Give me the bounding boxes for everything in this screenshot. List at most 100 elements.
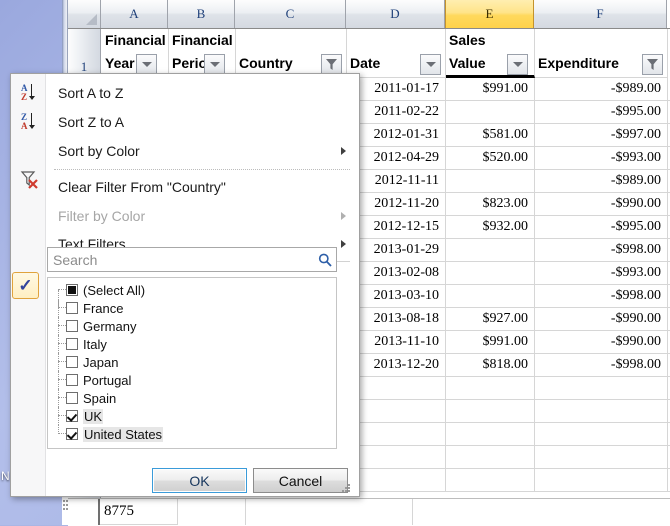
cell-expenditure[interactable]: -$989.00 (535, 78, 668, 101)
search-input[interactable] (48, 247, 314, 272)
search-icon[interactable] (314, 253, 336, 267)
cell-empty[interactable] (446, 469, 535, 492)
cell-sales-value[interactable]: $991.00 (446, 331, 535, 354)
column-header-a[interactable]: A (101, 0, 168, 28)
column-header-c[interactable]: C (235, 0, 346, 28)
cell-expenditure[interactable]: -$998.00 (535, 239, 668, 262)
filter-value-item[interactable]: France (48, 299, 336, 317)
cell-empty[interactable] (446, 400, 535, 423)
column-header-b[interactable]: B (168, 0, 235, 28)
cell-date[interactable]: 2013-02-08 (347, 262, 446, 285)
cell-expenditure[interactable]: -$990.00 (535, 308, 668, 331)
cell-expenditure[interactable]: -$998.00 (535, 285, 668, 308)
cell-sales-value[interactable] (446, 101, 535, 124)
cell-date[interactable]: 2013-12-20 (347, 354, 446, 377)
cell-sales-value[interactable] (446, 262, 535, 285)
cell-expenditure[interactable]: -$993.00 (535, 262, 668, 285)
filter-value-item[interactable]: Germany (48, 317, 336, 335)
panel-resize-grip[interactable] (342, 484, 352, 494)
filter-button-financial-year[interactable] (136, 54, 157, 75)
cell-date[interactable]: 2013-01-29 (347, 239, 446, 262)
filter-value-checkbox[interactable] (66, 338, 78, 350)
filter-value-checkbox[interactable] (66, 356, 78, 368)
cell-sales-value[interactable]: $823.00 (446, 193, 535, 216)
filter-value-checkbox[interactable] (66, 302, 78, 314)
filter-value-item[interactable]: (Select All) (48, 281, 336, 299)
cell-empty[interactable] (347, 446, 446, 469)
select-all-corner-button[interactable] (68, 0, 101, 28)
cancel-button[interactable]: Cancel (253, 468, 348, 493)
menu-item-sort-by-color[interactable]: Sort by Color (47, 137, 358, 165)
cell-date[interactable]: 2013-08-18 (347, 308, 446, 331)
cell-empty[interactable] (535, 400, 668, 423)
filter-value-item[interactable]: Portugal (48, 371, 336, 389)
filter-button-expenditure[interactable] (642, 54, 663, 75)
cell-empty[interactable] (446, 446, 535, 469)
filter-value-item[interactable]: Italy (48, 335, 336, 353)
cell-date[interactable]: 2011-02-22 (347, 101, 446, 124)
cell-empty[interactable] (347, 377, 446, 400)
filter-value-checkbox[interactable] (66, 392, 78, 404)
menu-item-sort-z-to-a[interactable]: Sort Z to A (47, 108, 358, 136)
cell-empty[interactable] (347, 469, 446, 492)
filter-value-checkbox[interactable] (66, 428, 78, 440)
cell-sales-value[interactable]: $932.00 (446, 216, 535, 239)
cell-date[interactable]: 2012-11-11 (347, 170, 446, 193)
filter-value-item[interactable]: Spain (48, 389, 336, 407)
cell-expenditure[interactable]: -$990.00 (535, 331, 668, 354)
cell-sales-value[interactable]: $818.00 (446, 354, 535, 377)
filter-button-country[interactable] (321, 54, 342, 75)
cell-sales-value[interactable] (446, 239, 535, 262)
menu-item-sort-a-to-z[interactable]: Sort A to Z (47, 79, 358, 107)
cell-expenditure[interactable]: -$989.00 (535, 170, 668, 193)
cell-date[interactable]: 2012-12-15 (347, 216, 446, 239)
cell-date[interactable]: 2012-11-20 (347, 193, 446, 216)
cell-date[interactable]: 2013-03-10 (347, 285, 446, 308)
cell-empty[interactable] (347, 400, 446, 423)
filter-value-checkbox[interactable] (66, 320, 78, 332)
grid-resize-grip[interactable] (63, 500, 69, 512)
cell-expenditure[interactable]: -$998.00 (535, 354, 668, 377)
bottom-cell-value[interactable]: 8775 (100, 499, 178, 525)
cell-date[interactable]: 2012-01-31 (347, 124, 446, 147)
filter-value-item[interactable]: Japan (48, 353, 336, 371)
cell-empty[interactable] (347, 423, 446, 446)
cell-sales-value[interactable]: $520.00 (446, 147, 535, 170)
cell-empty[interactable] (535, 423, 668, 446)
filter-value-checkbox[interactable] (66, 284, 78, 296)
search-box[interactable] (47, 247, 337, 272)
cell-expenditure[interactable]: -$995.00 (535, 101, 668, 124)
cell-empty[interactable] (535, 446, 668, 469)
cell-sales-value[interactable] (446, 170, 535, 193)
cell-date[interactable]: 2012-04-29 (347, 147, 446, 170)
cell-expenditure[interactable]: -$993.00 (535, 147, 668, 170)
cell-empty[interactable] (446, 423, 535, 446)
filter-value-item[interactable]: UK (48, 407, 336, 425)
cell-sales-value[interactable] (446, 285, 535, 308)
filter-value-checkbox[interactable] (66, 410, 78, 422)
filter-button-date[interactable] (420, 54, 441, 75)
column-header-d[interactable]: D (346, 0, 445, 28)
menu-item-clear-filter[interactable]: Clear Filter From "Country" (47, 173, 358, 201)
cell-expenditure[interactable]: -$995.00 (535, 216, 668, 239)
cell-expenditure[interactable]: -$997.00 (535, 124, 668, 147)
column-header-f[interactable]: F (534, 0, 667, 28)
cell-date[interactable]: 2013-11-10 (347, 331, 446, 354)
cell-empty[interactable] (446, 377, 535, 400)
ok-button[interactable]: OK (152, 468, 247, 493)
filter-button-sales-value[interactable] (507, 54, 528, 75)
cell-sales-value[interactable]: $581.00 (446, 124, 535, 147)
filter-value-item[interactable]: United States (48, 425, 336, 443)
filter-button-financial-period[interactable] (204, 54, 225, 75)
column-header-e[interactable]: E (445, 0, 534, 28)
cell-empty[interactable] (535, 377, 668, 400)
row-header-1[interactable]: 1 (68, 29, 101, 78)
accept-check-button[interactable]: ✓ (12, 272, 39, 299)
cell-sales-value[interactable]: $927.00 (446, 308, 535, 331)
cell-sales-value[interactable]: $991.00 (446, 78, 535, 101)
cell-empty[interactable] (535, 469, 668, 492)
filter-value-list[interactable]: (Select All)FranceGermanyItalyJapanPortu… (47, 277, 337, 449)
cell-date[interactable]: 2011-01-17 (347, 78, 446, 101)
filter-value-checkbox[interactable] (66, 374, 78, 386)
cell-expenditure[interactable]: -$990.00 (535, 193, 668, 216)
